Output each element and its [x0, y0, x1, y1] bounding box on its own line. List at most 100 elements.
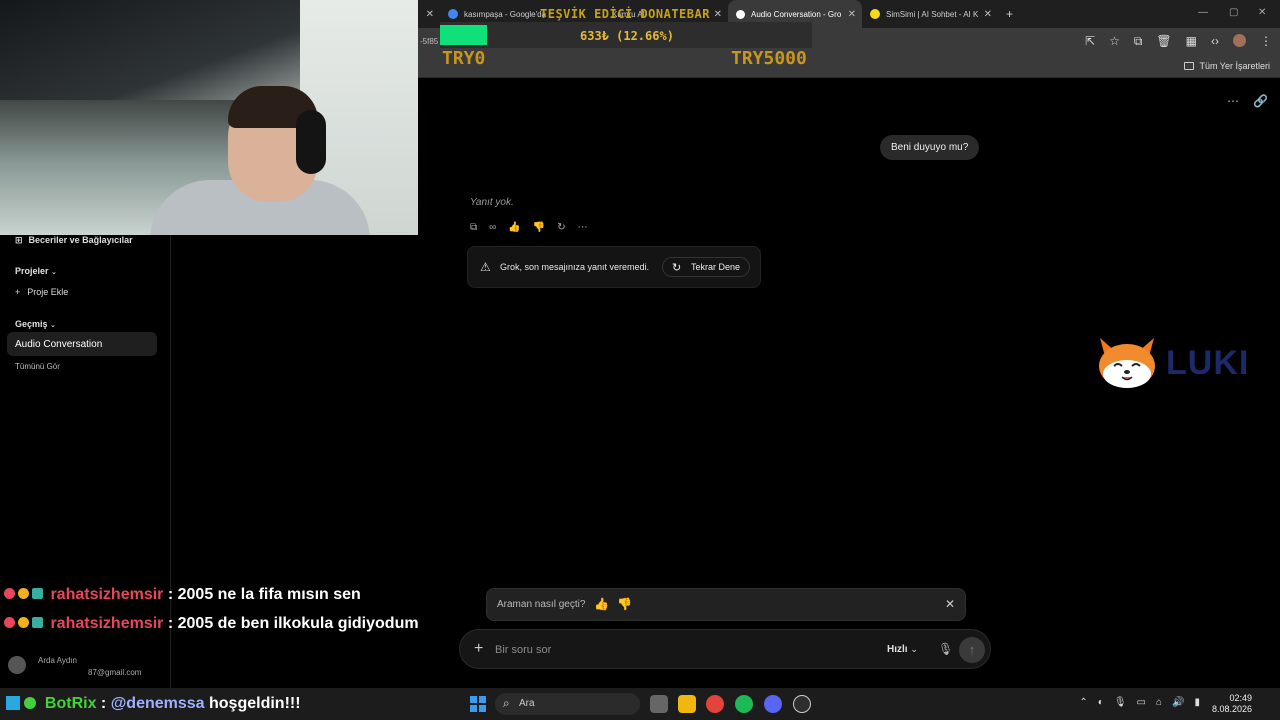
badge-icon [32, 617, 43, 628]
user-email: 87@gmail.com [88, 668, 142, 677]
no-reply-text: Yanıt yok. [470, 197, 514, 208]
task-view-icon[interactable] [650, 695, 668, 713]
simsimi-icon [870, 9, 880, 19]
file-explorer-icon[interactable] [678, 695, 696, 713]
chat-top-actions: ⋯ 🔗 [1227, 94, 1268, 108]
chat-line: rahatsizhemsir : 2005 ne la fifa mısın s… [4, 582, 424, 608]
skills-icon: ⊞ [15, 235, 23, 245]
code-icon[interactable]: ‹› [1211, 34, 1219, 49]
user-message-bubble: Beni duyuyo mu? [880, 135, 980, 160]
toolbar-icons: ⇱ ☆ ⧉ 🗑 ▦ ‹› ⋮ [1085, 34, 1272, 49]
display-icon[interactable]: ▭ [1137, 697, 1146, 708]
windows-start-icon[interactable] [470, 696, 486, 712]
volume-icon[interactable]: 🔊 [1172, 697, 1184, 708]
star-icon[interactable]: ☆ [1109, 34, 1120, 49]
chevron-down-icon: ⌄ [910, 644, 918, 654]
url-fragment: -5f85 [420, 37, 439, 46]
send-button[interactable]: ↑ [959, 637, 985, 663]
error-message: Grok, son mesajınıza yanıt veremedi. [500, 262, 650, 272]
feedback-question: Araman nasıl geçti? [497, 599, 586, 610]
donate-amount: 633₺ (12.66%) [580, 29, 674, 43]
see-all-link[interactable]: Tümünü Gör [15, 362, 60, 371]
microphone-icon[interactable]: 🎙 [1114, 697, 1127, 708]
kick-icon [6, 696, 20, 710]
tab-title: SimSimi | AI Sohbet - AI K [886, 9, 979, 19]
close-icon[interactable]: ✕ [984, 9, 992, 20]
battery-icon[interactable]: ▮ [1194, 697, 1200, 708]
restore-icon[interactable]: ▢ [1229, 7, 1238, 18]
regenerate-icon[interactable]: ↻ [557, 222, 565, 233]
badge-icon [18, 617, 29, 628]
thumbs-down-icon[interactable]: 👎 [617, 597, 632, 611]
obs-icon[interactable] [793, 695, 811, 713]
minimize-icon[interactable]: — [1198, 7, 1208, 18]
history-header[interactable]: Geçmiş ⌄ [15, 319, 56, 329]
chevron-up-icon[interactable]: ⌃ [1079, 697, 1087, 708]
badge-icon [4, 588, 15, 599]
tab-simsimi[interactable]: SimSimi | AI Sohbet - AI K ✕ [862, 0, 998, 28]
bot-text: hoşgeldin!!! [204, 695, 301, 712]
thumbs-up-icon[interactable]: 👍 [594, 597, 609, 611]
ask-input[interactable]: Bir soru sor [495, 644, 551, 656]
network-icon[interactable]: ⌂ [1156, 697, 1162, 708]
close-icon[interactable]: ✕ [945, 597, 955, 611]
badge-icon [32, 588, 43, 599]
bot-message-strip: BotRix : @denemssa hoşgeldin!!! [0, 688, 352, 720]
verified-icon [24, 697, 37, 709]
bot-name: BotRix [44, 695, 97, 712]
user-name: Arda Aydın [38, 656, 77, 665]
link-icon[interactable]: 🔗 [1253, 94, 1268, 108]
microphone-icon[interactable]: 🎙 [938, 642, 953, 656]
more-options-icon[interactable]: ⋯ [578, 222, 588, 233]
taskbar-search[interactable]: ⌕ Ara [495, 693, 640, 715]
sidebar-item-audio-conversation[interactable]: Audio Conversation [7, 332, 157, 356]
all-bookmarks[interactable]: Tüm Yer İşaretleri [1184, 61, 1270, 71]
avatar [8, 656, 26, 674]
warning-icon: ⚠ [480, 260, 491, 274]
projects-header[interactable]: Projeler ⌄ [15, 266, 57, 276]
thumbs-down-icon[interactable]: 👎 [533, 222, 545, 233]
luki-logo: LUKI [1096, 334, 1266, 394]
thumbs-up-icon[interactable]: 👍 [508, 222, 520, 233]
retry-button[interactable]: ↻ Tekrar Dene [662, 257, 750, 277]
profile-avatar-icon[interactable] [1233, 34, 1246, 47]
attach-plus-icon[interactable]: + [474, 640, 483, 658]
search-icon: ⌕ [503, 696, 510, 710]
chevron-down-icon: ⌄ [51, 269, 57, 276]
taskbar: ⌕ Ara ⌃ ◐ 🎙 ▭ ⌂ 🔊 ▮ 02:49 8.08.2026 [352, 688, 1280, 720]
luki-text: LUKI [1166, 344, 1250, 382]
app-tray-icon[interactable]: ◐ [1098, 697, 1104, 708]
call-feedback-bar: Araman nasıl geçti? 👍 👎 ✕ [486, 588, 966, 621]
grid-icon[interactable]: ▦ [1186, 34, 1197, 49]
error-notice: ⚠ Grok, son mesajınıza yanıt veremedi. ↻… [467, 246, 761, 288]
badge-icon [4, 617, 15, 628]
chat-message: : 2005 ne la fifa mısın sen [167, 586, 361, 603]
plus-icon: + [15, 287, 21, 297]
copy-icon[interactable]: ⧉ [470, 222, 477, 233]
trash-icon[interactable]: 🗑 [1156, 34, 1171, 49]
install-icon[interactable]: ⇱ [1085, 34, 1095, 49]
add-project-button[interactable]: + Proje Ekle [15, 287, 68, 297]
bot-mention: @denemssa [110, 695, 205, 712]
chat-message: : 2005 de ben ilkokula gidiyodum [167, 615, 419, 632]
extensions-icon[interactable]: ⧉ [1134, 34, 1143, 49]
sidebar-item-skills[interactable]: ⊞ Beceriler ve Bağlayıcılar [15, 235, 133, 246]
link-icon[interactable]: ∞ [489, 222, 496, 233]
folder-icon [1184, 62, 1195, 70]
close-icon[interactable]: ✕ [848, 9, 856, 20]
discord-icon[interactable] [764, 695, 782, 713]
chevron-down-icon: ⌄ [50, 322, 56, 329]
tab-close-button[interactable]: ✕ [418, 0, 440, 28]
menu-dots-icon[interactable]: ⋮ [1260, 34, 1272, 49]
new-tab-button[interactable]: + [998, 0, 1024, 28]
chat-username: rahatsizhemsir [50, 615, 164, 632]
donate-title: TEŞVİK EDİCİ DONATEBAR [540, 7, 710, 21]
close-icon[interactable]: ✕ [426, 9, 434, 20]
more-options-icon[interactable]: ⋯ [1227, 94, 1239, 108]
window-close-icon[interactable]: ✕ [1258, 7, 1266, 18]
spotify-icon[interactable] [735, 695, 753, 713]
chrome-icon[interactable] [706, 695, 724, 713]
mode-selector[interactable]: Hızlı ⌄ [887, 644, 918, 655]
clock[interactable]: 02:49 8.08.2026 [1212, 693, 1252, 715]
user-profile[interactable]: Arda Aydın 87@gmail.com [8, 656, 141, 677]
